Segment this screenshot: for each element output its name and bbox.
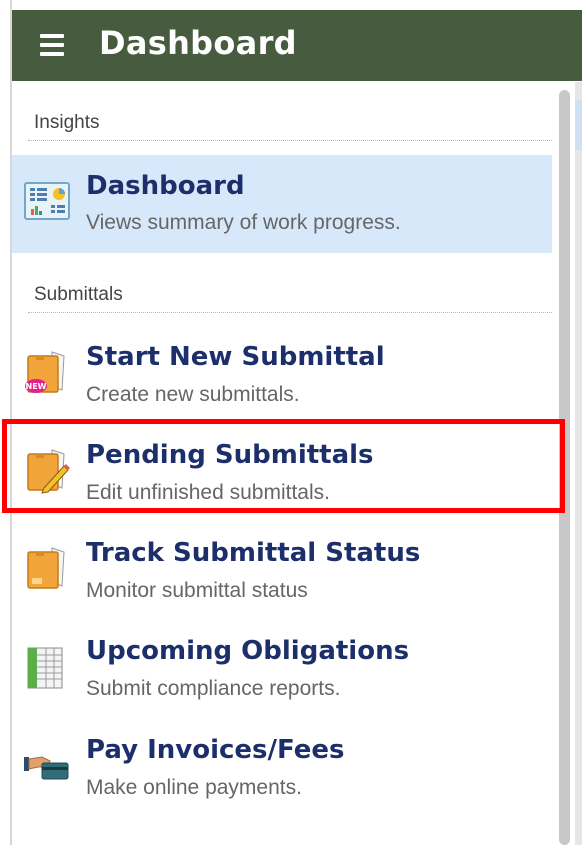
menu-item-pending-submittals[interactable]: Pending Submittals Edit unfinished submi…	[12, 424, 552, 522]
menu-item-track-submittal-status[interactable]: Track Submittal Status Monitor submittal…	[12, 522, 552, 620]
top-margin	[0, 0, 582, 10]
menu-item-description: Submit compliance reports.	[86, 677, 341, 700]
page-title: Dashboard	[99, 24, 297, 62]
payment-card-icon	[24, 743, 70, 789]
new-folder-icon: NEW	[24, 350, 70, 396]
background-panel-accent	[575, 100, 582, 150]
app-window: Dashboard Insights Dashboard Views summa…	[0, 0, 582, 845]
menu-item-title: Pay Invoices/Fees	[86, 735, 345, 765]
edit-folder-icon	[24, 448, 70, 494]
svg-text:NEW: NEW	[26, 382, 47, 391]
menu-item-description: Monitor submittal status	[86, 579, 308, 602]
menu-item-description: Create new submittals.	[86, 383, 300, 406]
menu-item-pay-invoices-fees[interactable]: Pay Invoices/Fees Make online payments.	[12, 719, 552, 817]
menu-item-title: Pending Submittals	[86, 440, 374, 470]
menu-item-title: Upcoming Obligations	[86, 636, 410, 666]
section-label-submittals: Submittals	[34, 284, 123, 305]
menu-item-upcoming-obligations[interactable]: Upcoming Obligations Submit compliance r…	[12, 620, 552, 718]
menu-item-dashboard[interactable]: Dashboard Views summary of work progress…	[12, 155, 552, 253]
dashboard-chart-icon	[24, 179, 70, 225]
menu-item-title: Track Submittal Status	[86, 538, 421, 568]
menu-item-start-new-submittal[interactable]: NEW Start New Submittal Create new submi…	[12, 326, 552, 424]
menu-item-title: Start New Submittal	[86, 342, 385, 372]
app-header: Dashboard	[12, 10, 582, 81]
menu-item-title: Dashboard	[86, 171, 245, 201]
hamburger-menu-icon[interactable]	[40, 34, 66, 56]
navigation-menu: Insights Dashboard Views summary of work…	[12, 82, 558, 845]
section-label-insights: Insights	[34, 112, 100, 133]
scrollbar-thumb[interactable]	[559, 90, 570, 845]
section-divider	[28, 140, 552, 141]
menu-item-description: Make online payments.	[86, 776, 302, 799]
section-divider	[28, 312, 552, 313]
spreadsheet-icon	[24, 644, 70, 690]
menu-item-description: Edit unfinished submittals.	[86, 481, 330, 504]
menu-item-description: Views summary of work progress.	[86, 211, 401, 234]
folder-icon	[24, 546, 70, 592]
background-panel-edge	[575, 82, 582, 845]
